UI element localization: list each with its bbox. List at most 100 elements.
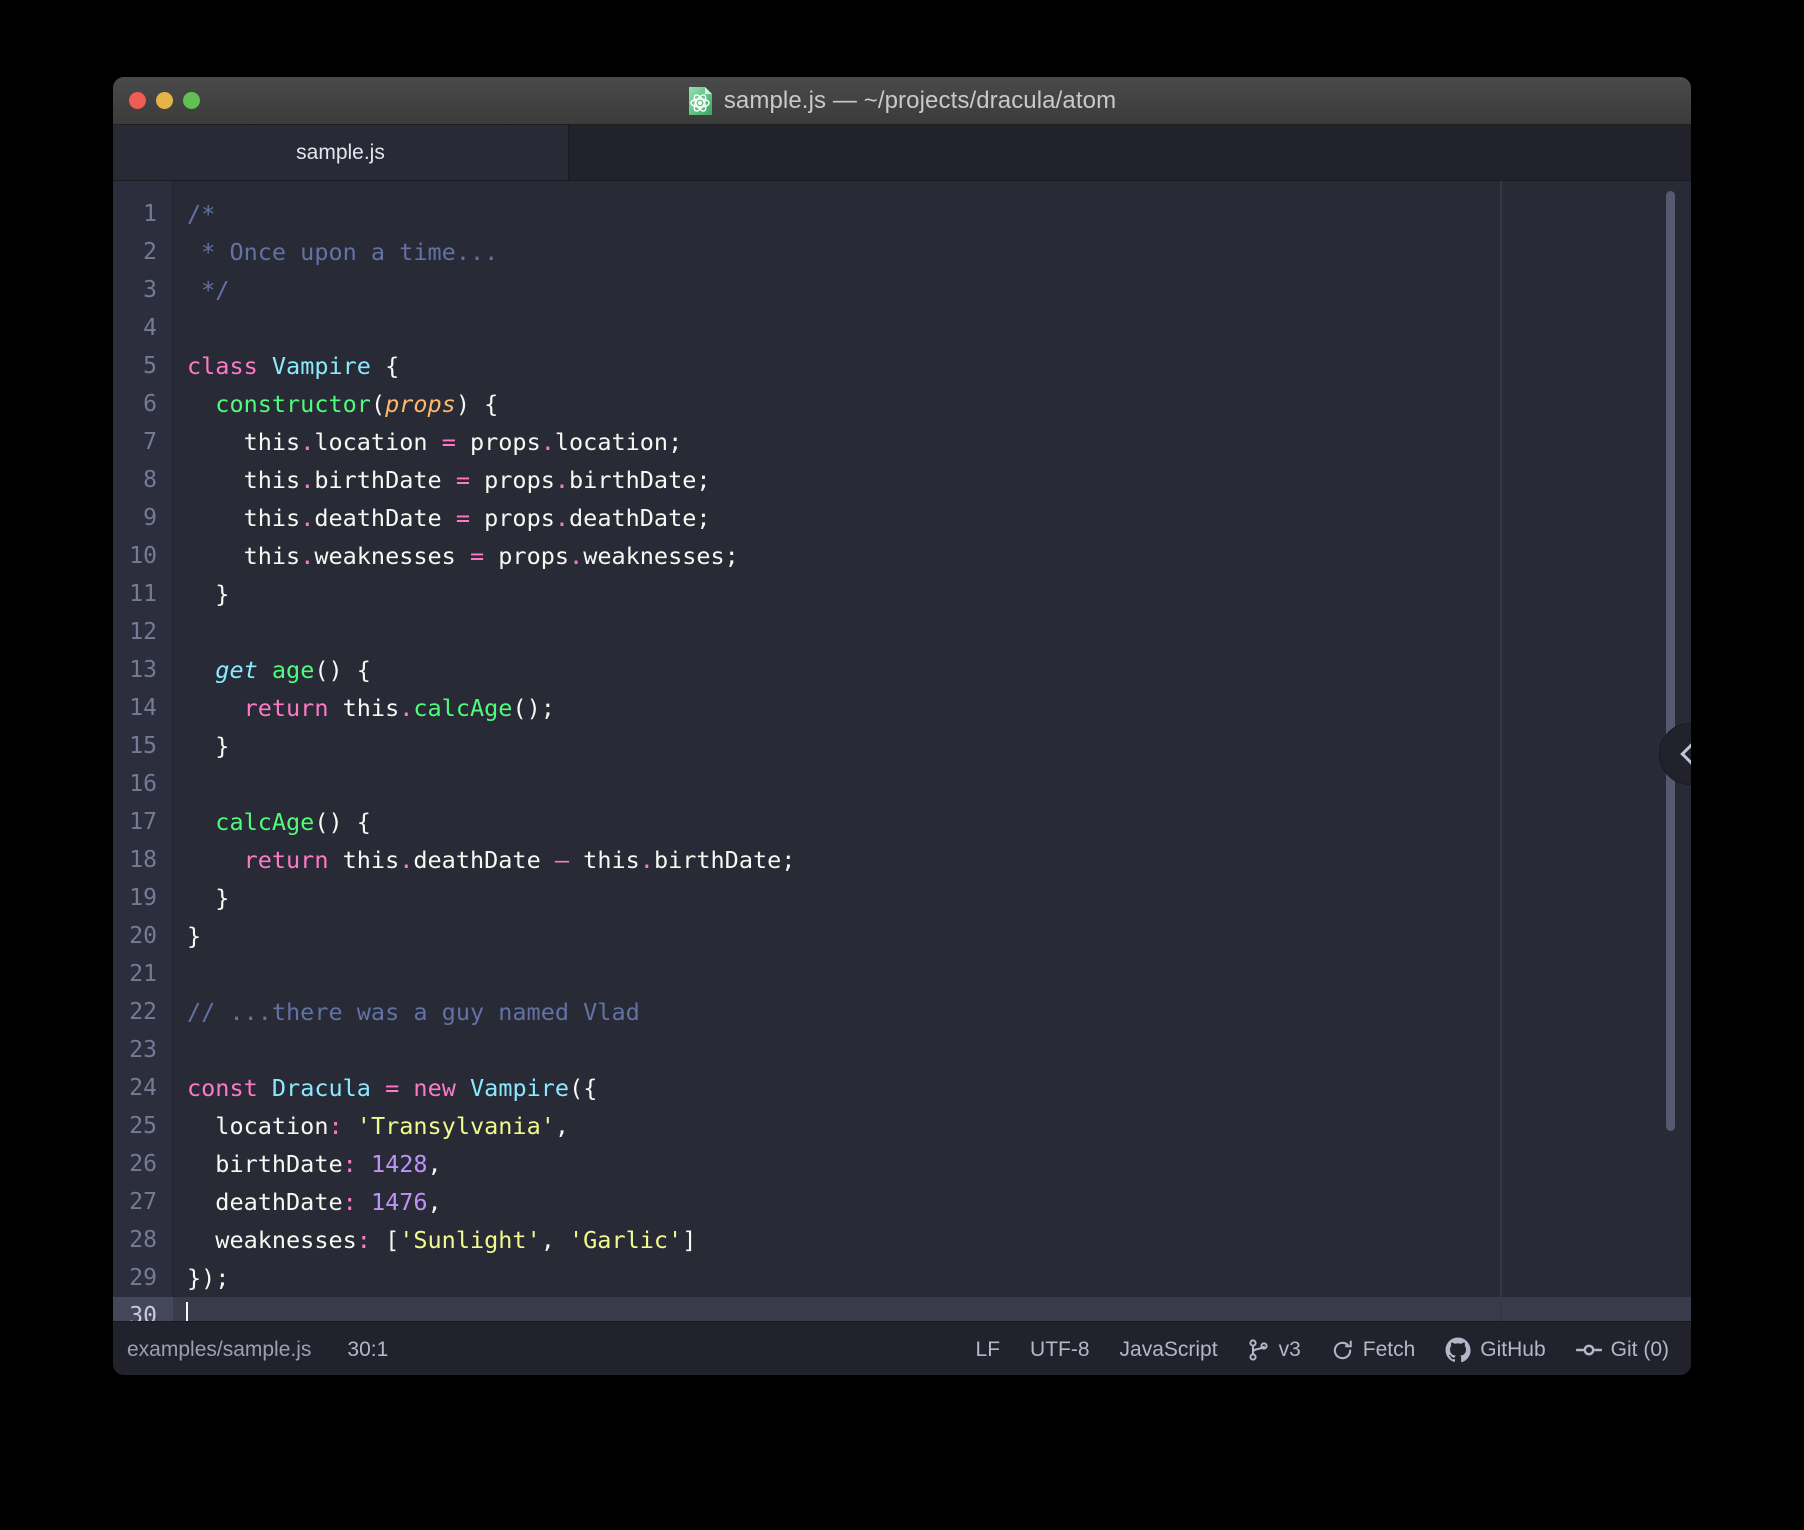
code-token: this xyxy=(328,846,399,874)
code-line[interactable]: return this.calcAge(); xyxy=(173,689,1691,727)
code-token: return xyxy=(244,846,329,874)
line-number: 5 xyxy=(113,347,173,385)
atom-file-icon xyxy=(688,86,713,116)
code-token: return xyxy=(244,694,329,722)
status-label: UTF-8 xyxy=(1030,1338,1090,1362)
window-title-group: sample.js — ~/projects/dracula/atom xyxy=(113,86,1691,116)
code-token: 'Sunlight' xyxy=(399,1226,540,1254)
code-line[interactable]: return this.deathDate — this.birthDate; xyxy=(173,841,1691,879)
line-number: 30 xyxy=(113,1297,173,1321)
code-token: birthDate xyxy=(314,466,455,494)
code-line[interactable]: constructor(props) { xyxy=(173,385,1691,423)
code-line[interactable]: } xyxy=(173,575,1691,613)
code-token: 1428 xyxy=(371,1150,428,1178)
line-number: 16 xyxy=(113,765,173,803)
status-cursor-position[interactable]: 30:1 xyxy=(347,1338,388,1362)
code-token: = xyxy=(385,1074,399,1102)
code-line[interactable]: */ xyxy=(173,271,1691,309)
code-line[interactable]: this.deathDate = props.deathDate; xyxy=(173,499,1691,537)
code-line[interactable]: // ...there was a guy named Vlad xyxy=(173,993,1691,1031)
code-token: . xyxy=(555,466,569,494)
code-line[interactable]: calcAge() { xyxy=(173,803,1691,841)
code-token: /* xyxy=(187,200,215,228)
code-token: location xyxy=(187,1112,328,1140)
line-number: 9 xyxy=(113,499,173,537)
line-number: 4 xyxy=(113,309,173,347)
code-line[interactable]: deathDate: 1476, xyxy=(173,1183,1691,1221)
code-token: constructor xyxy=(215,390,371,418)
code-content[interactable]: /* * Once upon a time... */ class Vampire… xyxy=(173,181,1691,1321)
code-line[interactable]: this.location = props.location; xyxy=(173,423,1691,461)
git-commit-icon xyxy=(1576,1341,1602,1359)
code-line[interactable]: this.birthDate = props.birthDate; xyxy=(173,461,1691,499)
code-line[interactable]: /* xyxy=(173,195,1691,233)
status-file-path[interactable]: examples/sample.js xyxy=(127,1338,311,1362)
status-git-fetch[interactable]: Fetch xyxy=(1331,1338,1416,1362)
line-number: 27 xyxy=(113,1183,173,1221)
code-line[interactable]: }); xyxy=(173,1259,1691,1297)
code-token: props xyxy=(456,428,541,456)
code-token: }); xyxy=(187,1264,229,1292)
code-line[interactable] xyxy=(173,613,1691,651)
code-line[interactable] xyxy=(173,309,1691,347)
code-line[interactable]: * Once upon a time... xyxy=(173,233,1691,271)
code-token: : xyxy=(343,1188,357,1216)
line-number-gutter: 1234567891011121314151617181920212223242… xyxy=(113,181,173,1321)
code-line[interactable]: } xyxy=(173,879,1691,917)
code-token: = xyxy=(456,466,470,494)
code-token: } xyxy=(187,922,201,950)
code-token: this xyxy=(328,694,399,722)
close-button[interactable] xyxy=(129,92,146,109)
code-line[interactable]: weaknesses: ['Sunlight', 'Garlic'] xyxy=(173,1221,1691,1259)
code-token: () { xyxy=(314,808,371,836)
status-line-ending[interactable]: LF xyxy=(976,1338,1001,1362)
status-grammar[interactable]: JavaScript xyxy=(1120,1338,1218,1362)
code-token: get xyxy=(215,656,257,684)
status-github[interactable]: GitHub xyxy=(1445,1337,1545,1363)
line-number: 26 xyxy=(113,1145,173,1183)
line-number: 10 xyxy=(113,537,173,575)
code-token: age xyxy=(272,656,314,684)
line-number: 13 xyxy=(113,651,173,689)
minimize-button[interactable] xyxy=(156,92,173,109)
code-line[interactable]: get age() { xyxy=(173,651,1691,689)
code-token: this xyxy=(187,466,300,494)
code-token xyxy=(343,1112,357,1140)
code-token: } xyxy=(187,580,229,608)
line-number: 29 xyxy=(113,1259,173,1297)
code-token: props xyxy=(470,466,555,494)
tab-bar-empty-area xyxy=(569,125,1691,180)
code-line[interactable]: location: 'Transylvania', xyxy=(173,1107,1691,1145)
code-token: . xyxy=(300,542,314,570)
code-line[interactable]: birthDate: 1428, xyxy=(173,1145,1691,1183)
title-bar[interactable]: sample.js — ~/projects/dracula/atom xyxy=(113,77,1691,125)
code-line[interactable]: this.weaknesses = props.weaknesses; xyxy=(173,537,1691,575)
code-editor[interactable]: 1234567891011121314151617181920212223242… xyxy=(113,181,1691,1321)
code-line[interactable]: class Vampire { xyxy=(173,347,1691,385)
status-encoding[interactable]: UTF-8 xyxy=(1030,1338,1090,1362)
code-token: (); xyxy=(512,694,554,722)
code-line[interactable] xyxy=(173,765,1691,803)
code-line[interactable]: const Dracula = new Vampire({ xyxy=(173,1069,1691,1107)
code-token: // ...there was a guy named Vlad xyxy=(187,998,640,1026)
code-line[interactable]: } xyxy=(173,727,1691,765)
code-token: birthDate; xyxy=(569,466,710,494)
code-line[interactable] xyxy=(173,1031,1691,1069)
code-token xyxy=(357,1150,371,1178)
line-number: 6 xyxy=(113,385,173,423)
line-number: 15 xyxy=(113,727,173,765)
line-number: 20 xyxy=(113,917,173,955)
status-git-branch[interactable]: v3 xyxy=(1248,1338,1301,1362)
vertical-scrollbar[interactable] xyxy=(1666,191,1675,1131)
status-bar: examples/sample.js 30:1 LF UTF-8 JavaScript… xyxy=(113,1321,1691,1375)
code-line[interactable] xyxy=(173,1297,1691,1321)
code-token: . xyxy=(555,504,569,532)
line-number: 24 xyxy=(113,1069,173,1107)
status-git-changes[interactable]: Git (0) xyxy=(1576,1338,1669,1362)
tab-sample-js[interactable]: sample.js xyxy=(113,125,569,180)
code-line[interactable] xyxy=(173,955,1691,993)
code-token: . xyxy=(399,846,413,874)
line-number: 21 xyxy=(113,955,173,993)
code-line[interactable]: } xyxy=(173,917,1691,955)
maximize-button[interactable] xyxy=(183,92,200,109)
